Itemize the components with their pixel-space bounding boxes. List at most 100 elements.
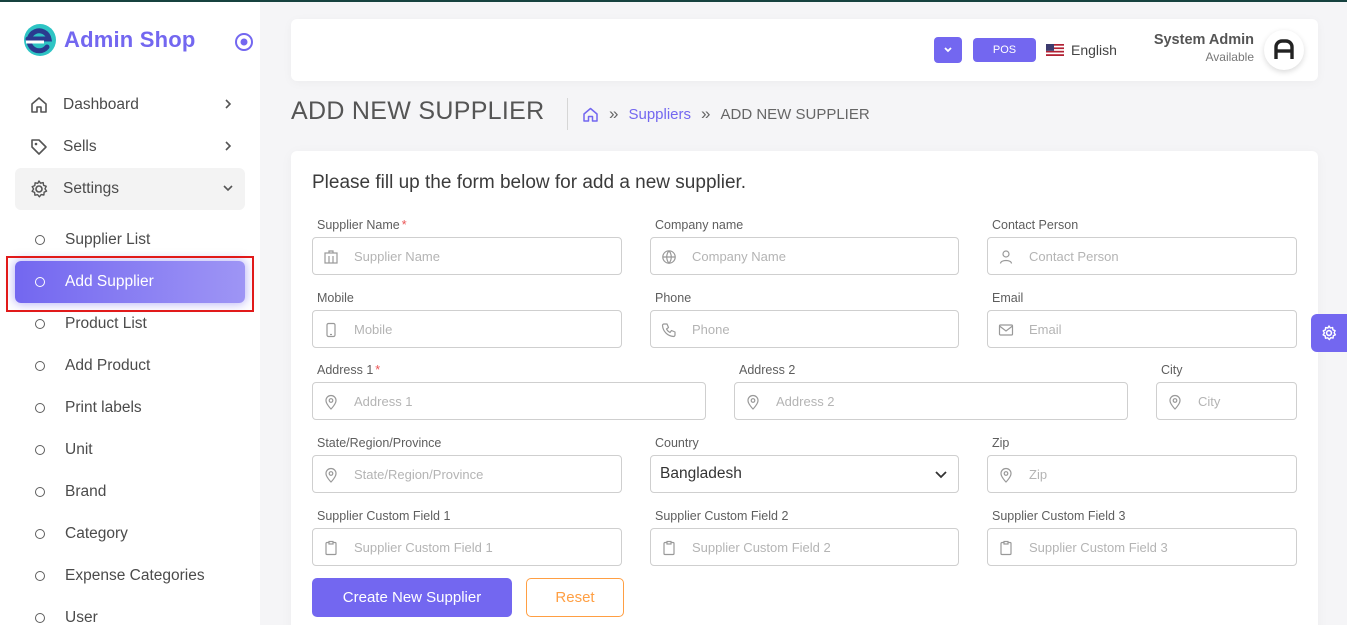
circle-icon — [35, 571, 45, 581]
gear-icon — [31, 180, 48, 198]
sidebar-item-label: Add Product — [65, 357, 151, 374]
chevron-down-icon — [944, 47, 952, 53]
create-supplier-button[interactable]: Create New Supplier — [312, 578, 512, 617]
globe-icon — [662, 250, 676, 265]
user-name: System Admin — [1153, 32, 1254, 48]
pos-button[interactable]: POS — [973, 38, 1036, 62]
breadcrumb-separator: » — [701, 104, 711, 123]
address1-group: Address 1 * — [312, 363, 706, 420]
address1-input[interactable] — [313, 383, 705, 419]
phone-icon — [661, 323, 676, 338]
company-name-label: Company name — [655, 218, 744, 232]
sidebar-item-add-product[interactable]: Add Product — [15, 345, 245, 387]
custom-field-3-input[interactable] — [988, 529, 1296, 565]
mail-icon — [998, 324, 1014, 336]
sidebar-item-expense-categories[interactable]: Expense Categories — [15, 555, 245, 597]
phone-group: Phone — [650, 291, 959, 348]
clipboard-icon — [325, 540, 337, 556]
avatar-logo-icon — [1274, 39, 1294, 59]
sidebar-item-label: Product List — [65, 315, 147, 332]
address2-label: Address 2 — [739, 363, 796, 377]
sidebar-item-label: Sells — [63, 138, 97, 155]
contact-person-label: Contact Person — [992, 218, 1079, 232]
address2-group: Address 2 — [734, 363, 1128, 420]
country-value: Bangladesh — [660, 465, 742, 482]
brand-logo-icon — [24, 24, 56, 56]
map-pin-icon — [1169, 394, 1181, 410]
email-input[interactable] — [988, 311, 1296, 347]
sidebar-item-label: Print labels — [65, 399, 142, 416]
supplier-name-input[interactable] — [313, 238, 621, 274]
zip-group: Zip — [987, 436, 1297, 493]
sidebar-item-sells[interactable]: Sells — [15, 126, 245, 168]
brand[interactable]: Admin Shop — [22, 20, 196, 60]
sidebar-item-category[interactable]: Category — [15, 513, 245, 555]
user-info[interactable]: System Admin Available — [1154, 32, 1254, 64]
reset-button[interactable]: Reset — [526, 578, 624, 617]
sidebar-item-label: Dashboard — [63, 96, 139, 113]
company-name-input[interactable] — [651, 238, 958, 274]
circle-icon — [35, 487, 45, 497]
map-pin-icon — [747, 394, 759, 410]
custom-field-1-group: Supplier Custom Field 1 — [312, 509, 622, 566]
circle-icon — [35, 529, 45, 539]
state-label: State/Region/Province — [317, 436, 442, 450]
sidebar-item-label: Settings — [63, 180, 120, 197]
phone-input[interactable] — [651, 311, 958, 347]
clipboard-icon — [663, 540, 675, 556]
phone-label: Phone — [655, 291, 692, 305]
country-group: Country Bangladesh — [650, 436, 959, 493]
sidebar-item-label: Supplier List — [65, 231, 151, 248]
sidebar-item-supplier-list[interactable]: Supplier List — [15, 219, 245, 261]
mobile-group: Mobile — [312, 291, 622, 348]
state-group: State/Region/Province — [312, 436, 622, 493]
language-selector[interactable]: English — [1046, 41, 1117, 59]
state-input[interactable] — [313, 456, 621, 492]
sidebar-item-label: Expense Categories — [65, 567, 205, 584]
zip-label: Zip — [992, 436, 1010, 450]
sidebar-item-user[interactable]: User — [15, 597, 245, 625]
city-label: City — [1161, 363, 1183, 377]
mobile-input[interactable] — [313, 311, 621, 347]
required-mark: * — [401, 218, 407, 232]
breadcrumb-separator: » — [609, 104, 619, 123]
sidebar-toggle-icon[interactable] — [234, 32, 254, 52]
home-icon[interactable] — [582, 106, 599, 123]
chevron-down-icon — [935, 471, 947, 479]
custom-field-1-input[interactable] — [313, 529, 621, 565]
circle-icon — [35, 235, 45, 245]
home-icon — [31, 97, 47, 113]
circle-icon — [35, 613, 45, 623]
address1-label: Address 1 — [317, 363, 374, 377]
supplier-name-label: Supplier Name — [317, 218, 400, 232]
chevron-right-icon — [225, 141, 232, 151]
custom-field-2-input[interactable] — [651, 529, 958, 565]
sidebar-item-print-labels[interactable]: Print labels — [15, 387, 245, 429]
sidebar-item-label: Unit — [65, 441, 93, 458]
contact-person-input[interactable] — [988, 238, 1296, 274]
sidebar-item-brand[interactable]: Brand — [15, 471, 245, 513]
breadcrumb-divider — [567, 98, 568, 130]
nav-dropdown-button[interactable] — [934, 37, 962, 63]
circle-icon — [35, 361, 45, 371]
country-select[interactable]: Bangladesh — [650, 455, 959, 493]
mobile-label: Mobile — [317, 291, 354, 305]
map-pin-icon — [1000, 467, 1012, 483]
breadcrumb-suppliers-link[interactable]: Suppliers — [628, 106, 691, 123]
sidebar-item-dashboard[interactable]: Dashboard — [15, 84, 245, 126]
email-label: Email — [992, 291, 1024, 305]
avatar[interactable] — [1264, 30, 1304, 70]
sidebar-item-label: Brand — [65, 483, 107, 500]
custom-field-2-group: Supplier Custom Field 2 — [650, 509, 959, 566]
sidebar-item-settings[interactable]: Settings — [15, 168, 245, 210]
circle-icon — [35, 445, 45, 455]
zip-input[interactable] — [988, 456, 1296, 492]
email-group: Email — [987, 291, 1297, 348]
sidebar-item-unit[interactable]: Unit — [15, 429, 245, 471]
map-pin-icon — [325, 394, 337, 410]
sidebar-menu: Dashboard Sells Settings — [15, 84, 245, 210]
user-status: Available — [1205, 50, 1254, 64]
address2-input[interactable] — [735, 383, 1127, 419]
country-label: Country — [655, 436, 699, 450]
theme-customizer-button[interactable] — [1311, 314, 1347, 352]
